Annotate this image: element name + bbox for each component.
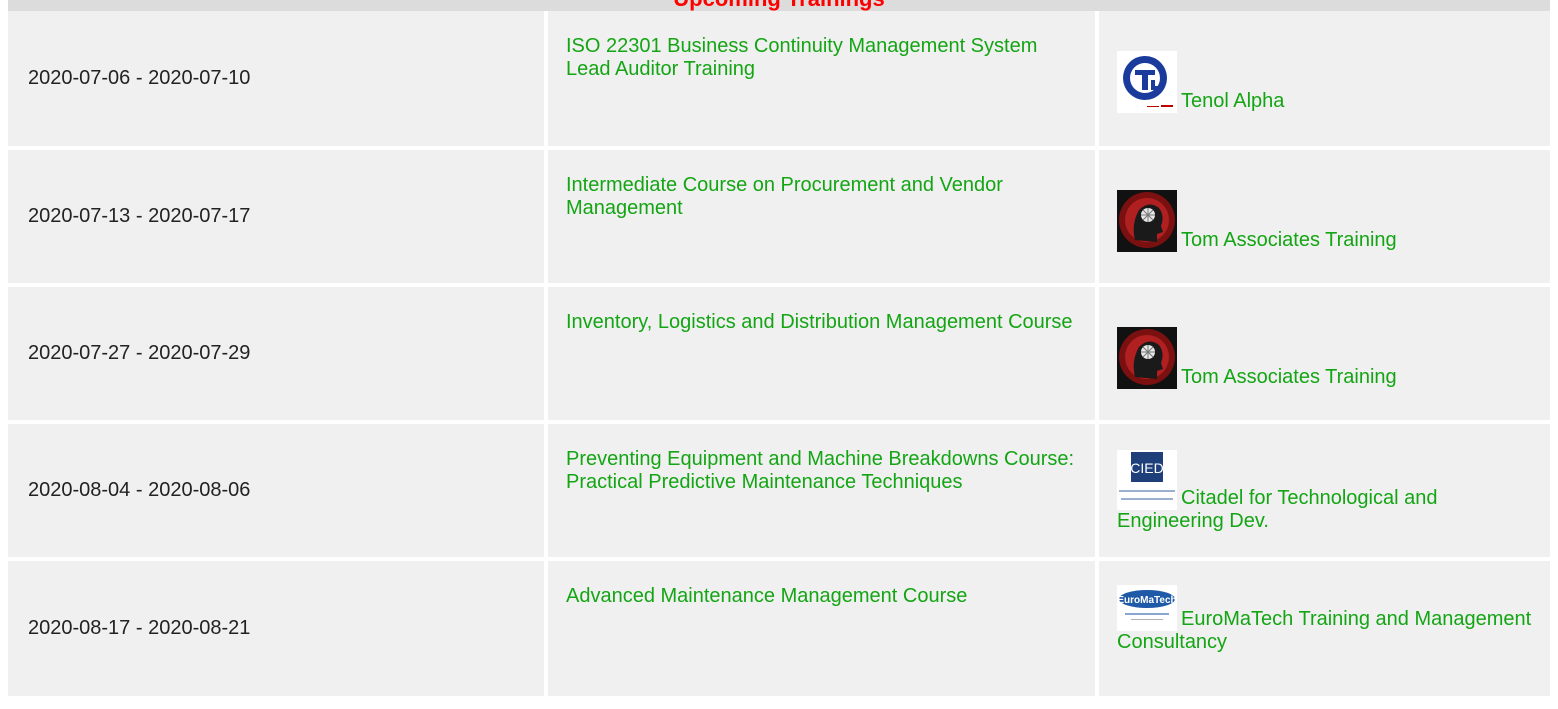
provider-link[interactable]: EuroMaTech EuroMaTech Training and Manag… (1117, 585, 1538, 654)
provider-name[interactable]: Tom Associates Training (1181, 229, 1397, 251)
provider-name[interactable]: Tenol Alpha (1181, 90, 1284, 112)
provider-link[interactable]: Tom Associates Training (1117, 190, 1538, 252)
course-cell: ISO 22301 Business Continuity Management… (546, 11, 1099, 150)
course-cell: Preventing Equipment and Machine Breakdo… (546, 422, 1099, 561)
date-cell: 2020-08-17 - 2020-08-21 (8, 559, 548, 696)
provider-link[interactable]: CIED Citadel for Technological and Engin… (1117, 450, 1538, 533)
provider-cell: Tom Associates Training (1097, 148, 1550, 287)
provider-name[interactable]: EuroMaTech Training and Management Consu… (1117, 608, 1531, 653)
date-range: 2020-08-17 - 2020-08-21 (28, 617, 251, 639)
citadel-logo-text: CIED (1130, 460, 1163, 476)
provider-name[interactable]: Tom Associates Training (1181, 366, 1397, 388)
provider-cell: Tenol Alpha (1097, 11, 1550, 150)
course-cell: Advanced Maintenance Management Course (546, 559, 1099, 696)
date-range: 2020-07-27 - 2020-07-29 (28, 342, 251, 364)
course-link[interactable]: Advanced Maintenance Management Course (566, 585, 1083, 608)
course-cell: Inventory, Logistics and Distribution Ma… (546, 285, 1099, 424)
table-row: 2020-07-06 - 2020-07-10 ISO 22301 Busine… (8, 11, 1550, 150)
date-cell: 2020-07-27 - 2020-07-29 (8, 285, 548, 424)
section-title: Upcoming Trainings (8, 0, 1550, 11)
course-link[interactable]: Intermediate Course on Procurement and V… (566, 174, 1083, 220)
course-cell: Intermediate Course on Procurement and V… (546, 148, 1099, 287)
tenol-alpha-logo-icon[interactable] (1117, 51, 1177, 113)
course-link[interactable]: Inventory, Logistics and Distribution Ma… (566, 311, 1083, 334)
course-link[interactable]: ISO 22301 Business Continuity Management… (566, 35, 1083, 81)
provider-link[interactable]: Tenol Alpha (1117, 51, 1538, 113)
provider-cell: EuroMaTech EuroMaTech Training and Manag… (1097, 559, 1550, 696)
table-row: 2020-07-13 - 2020-07-17 Intermediate Cou… (8, 148, 1550, 287)
date-range: 2020-07-13 - 2020-07-17 (28, 205, 251, 227)
citadel-logo-icon[interactable]: CIED (1117, 450, 1177, 510)
date-cell: 2020-07-13 - 2020-07-17 (8, 148, 548, 287)
date-range: 2020-08-04 - 2020-08-06 (28, 479, 251, 501)
section-header: Upcoming Trainings (8, 0, 1550, 11)
table-row: 2020-08-04 - 2020-08-06 Preventing Equip… (8, 422, 1550, 561)
tom-associates-logo-icon[interactable] (1117, 327, 1177, 389)
date-range: 2020-07-06 - 2020-07-10 (28, 67, 251, 89)
course-table: 2020-07-06 - 2020-07-10 ISO 22301 Busine… (8, 11, 1550, 696)
date-cell: 2020-07-06 - 2020-07-10 (8, 11, 548, 150)
euromatech-logo-icon[interactable]: EuroMaTech (1117, 585, 1177, 631)
table-row: 2020-08-17 - 2020-08-21 Advanced Mainten… (8, 559, 1550, 696)
provider-cell: CIED Citadel for Technological and Engin… (1097, 422, 1550, 561)
date-cell: 2020-08-04 - 2020-08-06 (8, 422, 548, 561)
tom-associates-logo-icon[interactable] (1117, 190, 1177, 252)
course-link[interactable]: Preventing Equipment and Machine Breakdo… (566, 448, 1083, 494)
page: Upcoming Trainings 2020-07-06 - 2020-07-… (0, 0, 1558, 709)
euromatech-logo-text: EuroMaTech (1117, 595, 1176, 606)
provider-cell: Tom Associates Training (1097, 285, 1550, 424)
table-row: 2020-07-27 - 2020-07-29 Inventory, Logis… (8, 285, 1550, 424)
provider-link[interactable]: Tom Associates Training (1117, 327, 1538, 389)
